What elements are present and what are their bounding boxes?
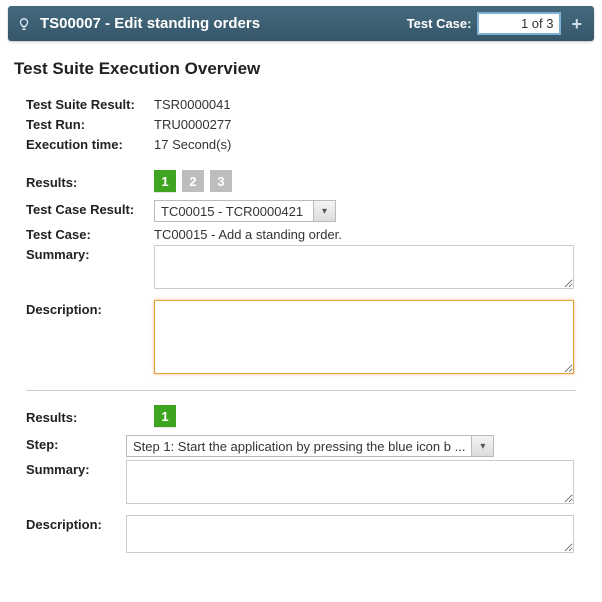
page-title: Test Suite Execution Overview (14, 59, 588, 79)
section2-results-row: Results: 1 (26, 405, 576, 427)
header-left: TS00007 - Edit standing orders (16, 15, 260, 32)
value-execution-time: 17 Second(s) (154, 135, 231, 152)
section1-results-label: Results: (26, 173, 154, 190)
test-case-result-dropdown-button[interactable]: ▾ (314, 200, 336, 222)
row-description-2: Description: (26, 515, 576, 553)
label-test-suite-result: Test Suite Result: (26, 95, 154, 112)
value-test-run: TRU0000277 (154, 115, 231, 132)
label-description-1: Description: (26, 300, 154, 317)
step-selected: Step 1: Start the application by pressin… (126, 435, 472, 457)
label-step: Step: (26, 435, 126, 452)
step-dropdown-button[interactable]: ▾ (472, 435, 494, 457)
row-test-case-result: Test Case Result: TC00015 - TCR0000421 ▾ (26, 200, 576, 222)
value-test-case: TC00015 - Add a standing order. (154, 225, 342, 242)
content: Test Suite Result: TSR0000041 Test Run: … (0, 95, 602, 566)
row-test-run: Test Run: TRU0000277 (26, 115, 576, 132)
label-test-run: Test Run: (26, 115, 154, 132)
section1-pager: 1 2 3 (154, 170, 232, 192)
plus-icon: + (571, 14, 582, 34)
section-divider (26, 390, 576, 391)
section1-pager-3[interactable]: 3 (210, 170, 232, 192)
row-summary-2: Summary: (26, 460, 576, 504)
label-test-case-result: Test Case Result: (26, 200, 154, 217)
header-right: Test Case: + (407, 12, 586, 35)
description-textarea-1[interactable] (154, 300, 574, 374)
section2-pager-1[interactable]: 1 (154, 405, 176, 427)
header-bar: TS00007 - Edit standing orders Test Case… (8, 6, 594, 41)
summary-textarea-2[interactable] (126, 460, 574, 504)
label-test-case: Test Case: (26, 225, 154, 242)
label-summary-2: Summary: (26, 460, 126, 477)
row-test-case: Test Case: TC00015 - Add a standing orde… (26, 225, 576, 242)
section1-pager-2[interactable]: 2 (182, 170, 204, 192)
value-test-suite-result: TSR0000041 (154, 95, 231, 112)
header-title: TS00007 - Edit standing orders (40, 15, 260, 32)
row-execution-time: Execution time: 17 Second(s) (26, 135, 576, 152)
description-textarea-2[interactable] (126, 515, 574, 553)
test-case-result-selected: TC00015 - TCR0000421 (154, 200, 314, 222)
add-test-case-button[interactable]: + (567, 15, 586, 33)
row-summary-1: Summary: (26, 245, 576, 289)
lightbulb-icon (16, 16, 32, 32)
label-execution-time: Execution time: (26, 135, 154, 152)
label-description-2: Description: (26, 515, 126, 532)
test-case-result-dropdown[interactable]: TC00015 - TCR0000421 ▾ (154, 200, 336, 222)
row-description-1: Description: (26, 300, 576, 374)
test-case-label: Test Case: (407, 16, 472, 31)
summary-textarea-1[interactable] (154, 245, 574, 289)
test-case-position-input[interactable] (477, 12, 561, 35)
section1-results-row: Results: 1 2 3 (26, 170, 576, 192)
chevron-down-icon: ▾ (480, 441, 485, 452)
row-step: Step: Step 1: Start the application by p… (26, 435, 576, 457)
section1-pager-1[interactable]: 1 (154, 170, 176, 192)
step-dropdown[interactable]: Step 1: Start the application by pressin… (126, 435, 494, 457)
section2-results-label: Results: (26, 408, 154, 425)
label-summary-1: Summary: (26, 245, 154, 262)
row-test-suite-result: Test Suite Result: TSR0000041 (26, 95, 576, 112)
section2-pager: 1 (154, 405, 176, 427)
chevron-down-icon: ▾ (322, 206, 327, 217)
